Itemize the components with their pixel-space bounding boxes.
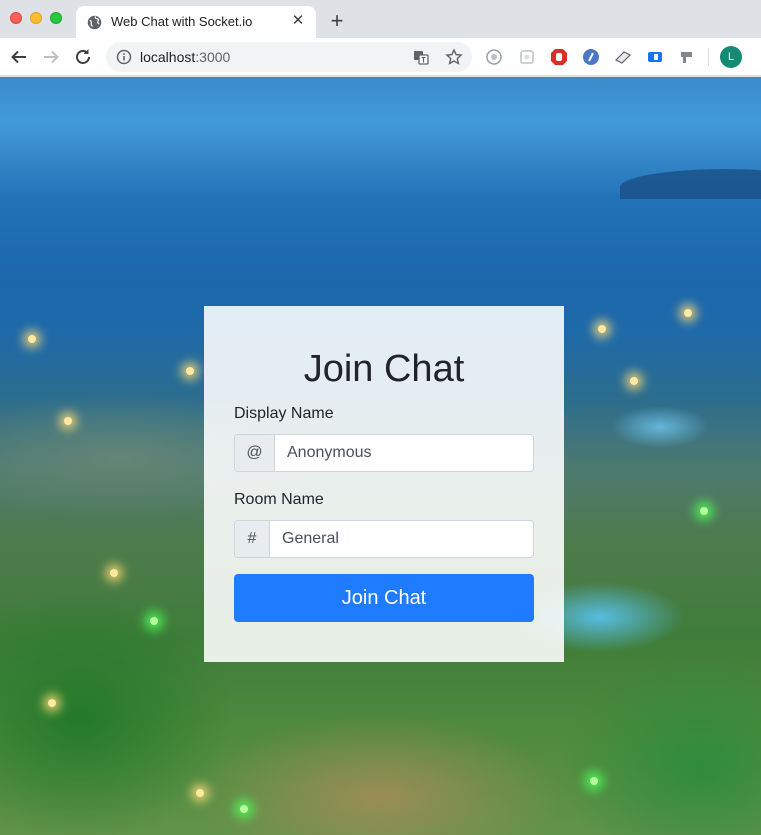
tab-title: Web Chat with Socket.io bbox=[111, 14, 253, 29]
background-light bbox=[196, 789, 204, 797]
extension-3-icon[interactable] bbox=[550, 48, 568, 66]
background-light bbox=[590, 777, 598, 785]
room-name-label: Room Name bbox=[234, 491, 324, 508]
close-window-button[interactable] bbox=[10, 12, 22, 24]
background-light bbox=[186, 367, 194, 375]
translate-icon[interactable] bbox=[412, 48, 430, 66]
reload-icon[interactable] bbox=[72, 46, 94, 68]
display-name-group: @ bbox=[234, 434, 534, 472]
background-light bbox=[630, 377, 638, 385]
extension-2-icon[interactable] bbox=[518, 48, 536, 66]
background-light bbox=[684, 309, 692, 317]
hash-prefix: # bbox=[235, 521, 270, 557]
info-icon[interactable] bbox=[116, 49, 132, 65]
extension-1-icon[interactable] bbox=[485, 48, 503, 66]
url-text[interactable]: localhost:3000 bbox=[140, 49, 230, 65]
room-name-input[interactable] bbox=[270, 521, 533, 557]
minimize-window-button[interactable] bbox=[30, 12, 42, 24]
background-light bbox=[240, 805, 248, 813]
at-sign-prefix: @ bbox=[235, 435, 275, 471]
extension-5-icon[interactable] bbox=[614, 48, 632, 66]
background-light bbox=[64, 417, 72, 425]
background-light bbox=[28, 335, 36, 343]
room-name-group: # bbox=[234, 520, 534, 558]
extension-4-icon[interactable] bbox=[582, 48, 600, 66]
background-light bbox=[150, 617, 158, 625]
active-tab[interactable]: Web Chat with Socket.io ✕ bbox=[76, 6, 316, 38]
close-tab-icon[interactable]: ✕ bbox=[289, 12, 307, 30]
url-port: :3000 bbox=[195, 49, 231, 65]
maximize-window-button[interactable] bbox=[50, 12, 62, 24]
star-icon[interactable] bbox=[445, 48, 463, 66]
url-host: localhost bbox=[140, 49, 196, 65]
background-light bbox=[48, 699, 56, 707]
forward-icon[interactable] bbox=[40, 46, 62, 68]
display-name-input[interactable] bbox=[275, 435, 533, 471]
toolbar-divider bbox=[708, 48, 709, 66]
tab-strip: Web Chat with Socket.io ✕ + bbox=[0, 0, 761, 38]
extension-7-icon[interactable] bbox=[678, 48, 696, 66]
globe-icon bbox=[87, 15, 102, 30]
display-name-label: Display Name bbox=[234, 405, 334, 422]
address-bar[interactable]: localhost:3000 bbox=[106, 42, 472, 72]
background-light bbox=[700, 507, 708, 515]
page-viewport: Join Chat Display Name @ Room Name # Joi… bbox=[0, 77, 761, 835]
join-chat-button[interactable]: Join Chat bbox=[234, 574, 534, 622]
extension-6-icon[interactable] bbox=[646, 48, 664, 66]
back-icon[interactable] bbox=[8, 46, 30, 68]
background-hill bbox=[620, 169, 761, 199]
join-chat-card: Join Chat Display Name @ Room Name # Joi… bbox=[204, 306, 564, 662]
card-title: Join Chat bbox=[303, 348, 465, 390]
background-light bbox=[598, 325, 606, 333]
profile-avatar[interactable]: L bbox=[720, 46, 742, 68]
background-light bbox=[110, 569, 118, 577]
new-tab-button[interactable]: + bbox=[327, 10, 347, 32]
